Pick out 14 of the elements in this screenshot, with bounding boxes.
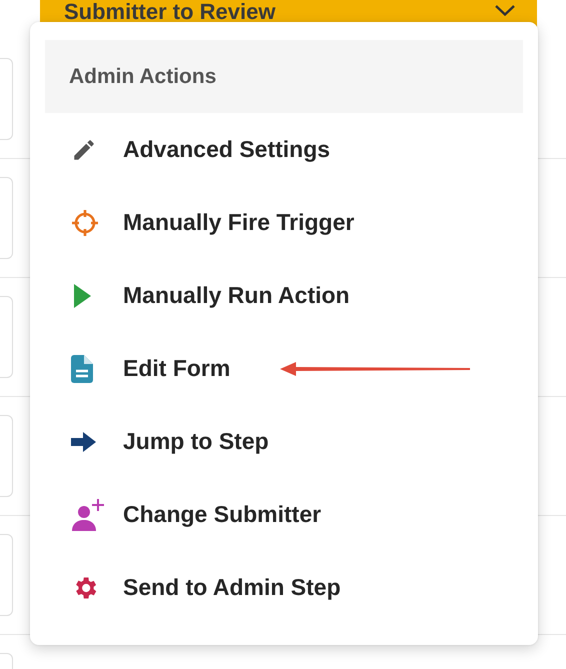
menu-item[interactable]: Advanced Settings: [45, 113, 523, 186]
right-arrow-icon: [71, 430, 97, 452]
play-icon: [71, 282, 93, 308]
crosshair-icon: [71, 208, 99, 236]
menu-item[interactable]: Edit Form: [45, 332, 523, 405]
menu-header: Admin Actions: [45, 40, 523, 113]
menu-item[interactable]: Change Submitter: [45, 478, 523, 551]
user-plus-icon: [71, 498, 105, 530]
chevron-icon: [495, 5, 515, 16]
menu-item[interactable]: Manually Run Action: [45, 259, 523, 332]
menu-item[interactable]: Send to Admin Step: [45, 551, 523, 624]
menu-item[interactable]: Jump to Step: [45, 405, 523, 478]
document-icon: [71, 354, 93, 382]
menu-item[interactable]: Manually Fire Trigger: [45, 186, 523, 259]
